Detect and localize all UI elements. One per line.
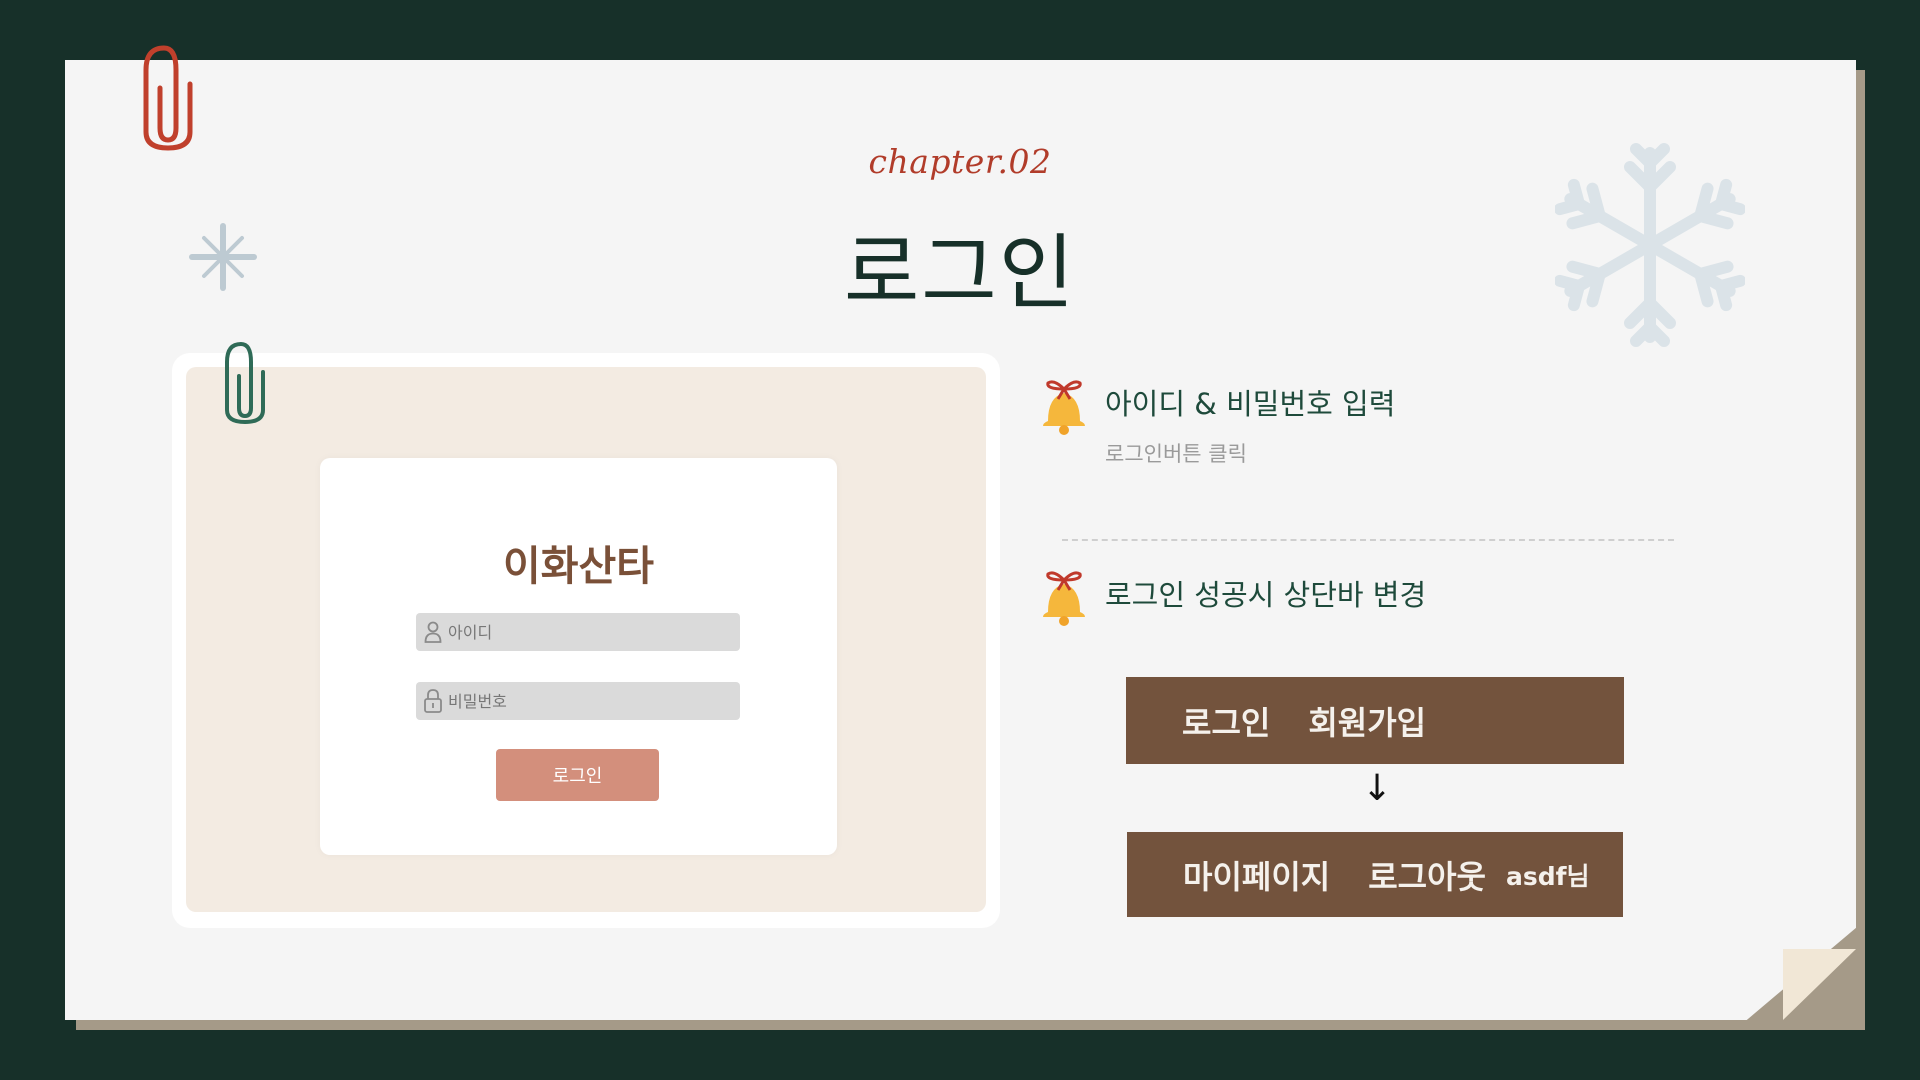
down-arrow-icon: ↓ [1362, 768, 1393, 809]
snowflake-icon [189, 223, 257, 291]
bell-icon [1043, 571, 1085, 626]
user-icon [422, 620, 444, 644]
login-card: 이화산타 아이디 로그인 [320, 458, 837, 855]
navbar-logged-out: 로그인 회원가입 [1126, 677, 1624, 764]
navbar-logged-in: 마이페이지 로그아웃 asdf님 [1127, 832, 1623, 917]
bell-icon [1043, 380, 1085, 435]
login-preview-frame: 이화산타 아이디 로그인 [172, 353, 1000, 928]
password-field[interactable] [416, 682, 740, 720]
nav-logout-link[interactable]: 로그아웃 [1368, 852, 1486, 898]
login-button[interactable]: 로그인 [496, 749, 659, 801]
divider [1062, 539, 1674, 541]
login-preview-background: 이화산타 아이디 로그인 [186, 367, 986, 912]
nav-signup-link[interactable]: 회원가입 [1308, 698, 1426, 744]
step-1-title: 아이디 & 비밀번호 입력 [1105, 387, 1396, 421]
paperclip-icon [143, 45, 193, 151]
paperclip-icon [225, 341, 265, 425]
nav-login-link[interactable]: 로그인 [1182, 698, 1270, 744]
id-field[interactable] [416, 613, 740, 651]
nav-mypage-link[interactable]: 마이페이지 [1183, 852, 1330, 898]
brand-title: 이화산타 [503, 542, 654, 590]
nav-username: asdf님 [1505, 861, 1590, 891]
step-2-title: 로그인 성공시 상단바 변경 [1105, 578, 1427, 612]
password-input[interactable] [448, 691, 728, 711]
step-1-subtitle: 로그인버튼 클릭 [1105, 442, 1247, 466]
id-input[interactable] [448, 622, 728, 642]
lock-icon [422, 689, 444, 713]
snowflake-icon [1555, 143, 1745, 350]
